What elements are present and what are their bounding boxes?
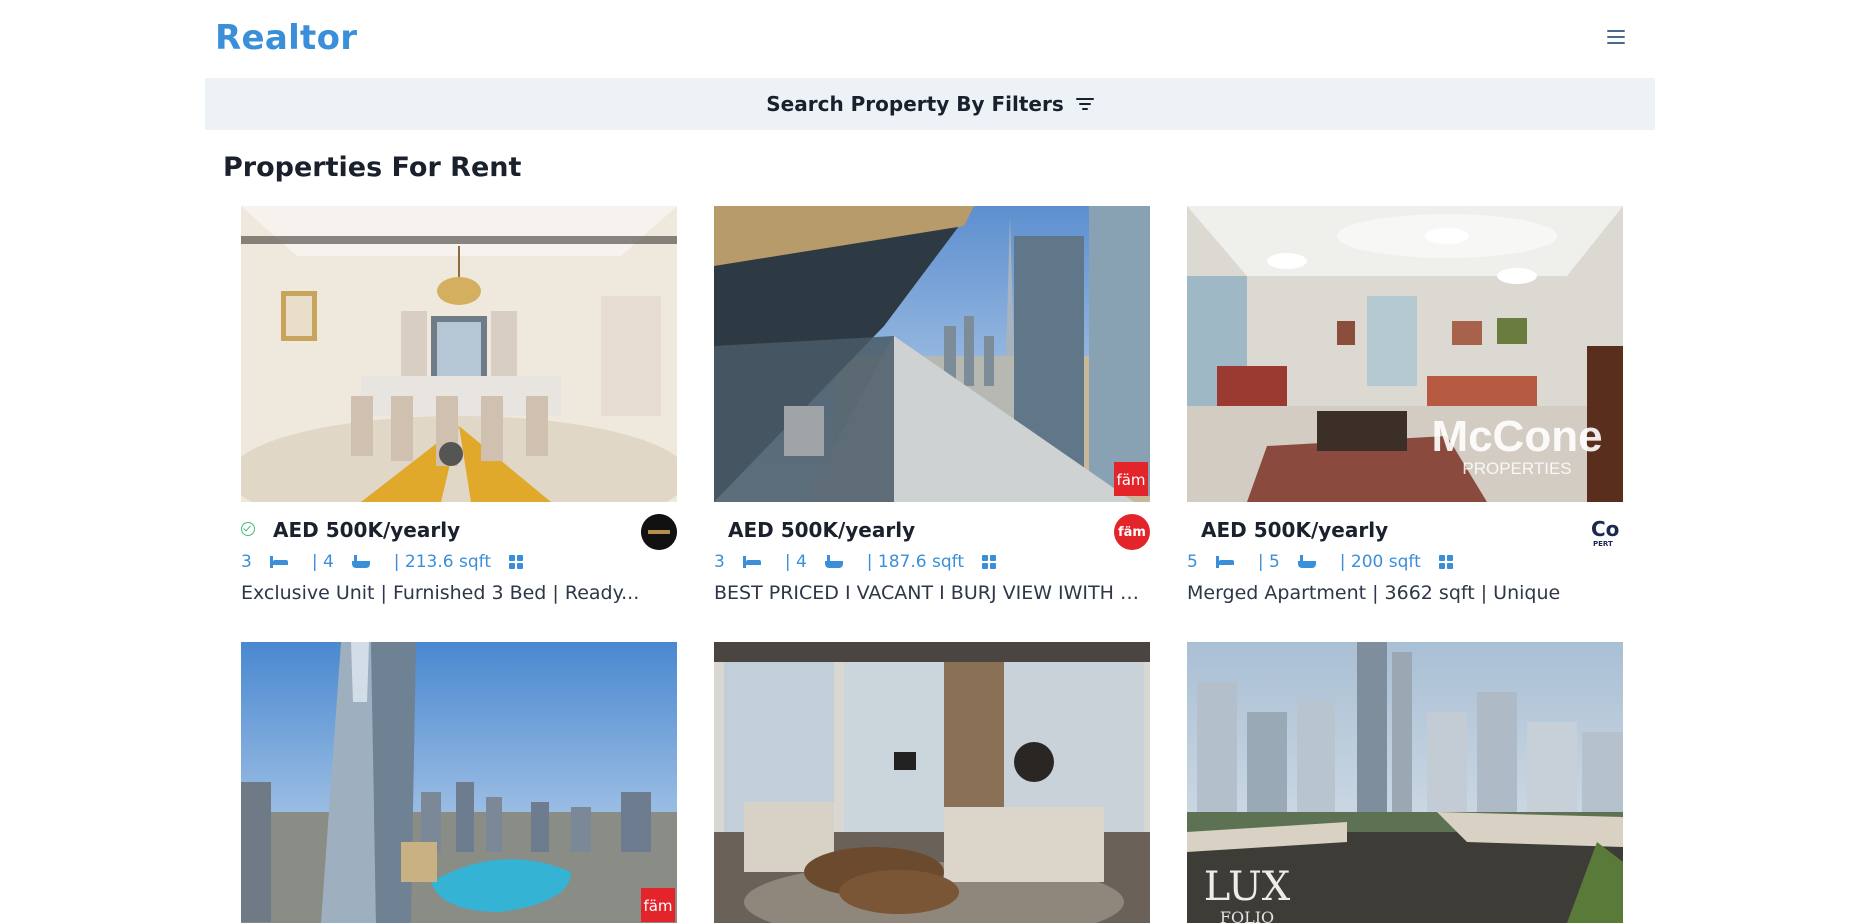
property-card[interactable]: LUX FOLIO xyxy=(1187,642,1623,923)
verified-check-icon xyxy=(241,522,255,536)
bath-icon xyxy=(1297,555,1316,569)
area-grid-icon xyxy=(981,555,996,569)
svg-text:PERT: PERT xyxy=(1593,540,1613,548)
property-card[interactable]: fäm AED 500K/yearly fäm 3 | 4 | 187.6 sq… xyxy=(714,206,1150,604)
room-count: 5 xyxy=(1187,552,1198,572)
property-photo[interactable]: fäm xyxy=(241,642,677,923)
fam-watermark: fäm xyxy=(643,897,672,915)
listing-title[interactable]: BEST PRICED I VACANT I BURJ VIEW IWITH B… xyxy=(714,582,1150,604)
area-grid-icon xyxy=(1438,555,1453,569)
property-photo[interactable]: fäm xyxy=(714,206,1150,502)
listing-stats: 3 | 4 | 213.6 sqft xyxy=(241,548,677,576)
fam-watermark: fäm xyxy=(1116,471,1145,489)
listing-price: AED 500K/yearly xyxy=(1201,518,1389,542)
property-photo[interactable] xyxy=(241,206,677,502)
property-card[interactable] xyxy=(714,642,1150,923)
room-count: 3 xyxy=(714,552,725,572)
bath-icon xyxy=(351,555,370,569)
hamburger-menu-icon[interactable] xyxy=(1607,30,1625,46)
navbar: Realtor xyxy=(205,0,1655,78)
search-filters-label: Search Property By Filters xyxy=(766,92,1064,116)
area-size: | 213.6 sqft xyxy=(393,552,491,572)
listing-title[interactable]: Exclusive Unit | Furnished 3 Bed | Ready… xyxy=(241,582,677,604)
filter-icon xyxy=(1075,97,1094,111)
agency-logo: Co PERT xyxy=(1587,514,1623,550)
bed-icon xyxy=(742,556,761,568)
svg-text:Co: Co xyxy=(1591,517,1619,541)
property-photo[interactable]: LUX FOLIO xyxy=(1187,642,1623,923)
bath-count: | 5 xyxy=(1257,552,1280,572)
property-card[interactable]: fäm xyxy=(241,642,677,923)
bed-icon xyxy=(1215,556,1234,568)
listing-price: AED 500K/yearly xyxy=(273,518,461,542)
property-card[interactable]: McCone PROPERTIES AED 500K/yearly Co PERT… xyxy=(1187,206,1623,604)
page-container: Realtor Search Property By Filters Prope… xyxy=(205,0,1655,923)
property-card[interactable]: AED 500K/yearly 3 | 4 | 213.6 sqft Exclu… xyxy=(241,206,677,604)
property-photo[interactable]: McCone PROPERTIES xyxy=(1187,206,1623,502)
mccone-watermark-sub: PROPERTIES xyxy=(1462,459,1571,478)
bath-count: | 4 xyxy=(311,552,334,572)
listing-price: AED 500K/yearly xyxy=(728,518,916,542)
mccone-watermark: McCone xyxy=(1431,412,1602,461)
listing-stats: 5 | 5 | 200 sqft xyxy=(1187,548,1623,576)
agency-logo xyxy=(641,514,677,550)
section-title: Properties For Rent xyxy=(223,152,522,183)
area-grid-icon xyxy=(508,555,523,569)
listing-stats: 3 | 4 | 187.6 sqft xyxy=(714,548,1150,576)
realtor-logo[interactable]: Realtor xyxy=(215,18,357,58)
agency-logo: fäm xyxy=(1114,514,1150,550)
luxfolio-watermark-sub: FOLIO xyxy=(1220,908,1274,923)
listing-title[interactable]: Merged Apartment | 3662 sqft | Unique xyxy=(1187,582,1623,604)
area-size: | 200 sqft xyxy=(1339,552,1421,572)
area-size: | 187.6 sqft xyxy=(866,552,964,572)
property-photo[interactable] xyxy=(714,642,1150,923)
bath-icon xyxy=(824,555,843,569)
room-count: 3 xyxy=(241,552,252,572)
luxfolio-watermark: LUX xyxy=(1204,864,1291,910)
bath-count: | 4 xyxy=(784,552,807,572)
search-filters-button[interactable]: Search Property By Filters xyxy=(205,78,1655,130)
bed-icon xyxy=(269,556,288,568)
